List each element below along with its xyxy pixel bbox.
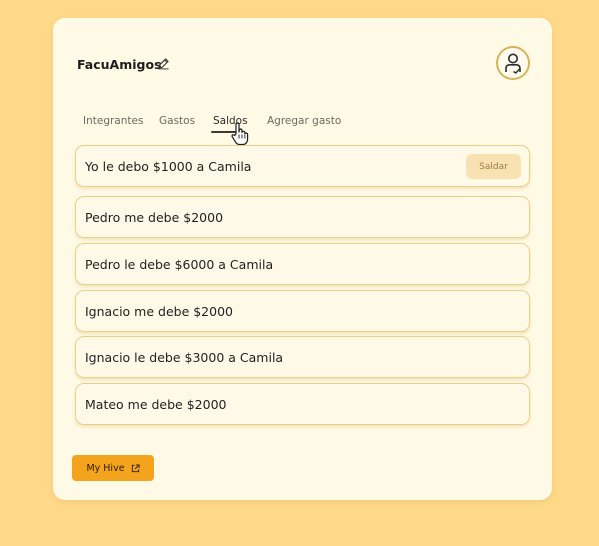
balance-text: Ignacio me debe $2000 (85, 304, 233, 319)
balance-row: Pedro me debe $2000 (75, 196, 530, 238)
balance-row: Pedro le debe $6000 a Camila (75, 243, 530, 285)
balance-text: Yo le debo $1000 a Camila (85, 159, 252, 174)
group-title: FacuAmigos (77, 57, 162, 72)
balance-text: Pedro le debe $6000 a Camila (85, 257, 274, 272)
tab-integrantes[interactable]: Integrantes (83, 115, 143, 127)
balance-row: Ignacio le debe $3000 a Camila (75, 336, 530, 378)
saldar-button[interactable]: Saldar (466, 154, 521, 179)
user-avatar-button[interactable] (496, 46, 530, 80)
balance-row: Mateo me debe $2000 (75, 383, 530, 425)
edit-icon[interactable] (157, 57, 170, 70)
balance-row: Ignacio me debe $2000 (75, 290, 530, 332)
user-avatar-icon (505, 53, 521, 74)
my-hive-label: My Hive (86, 462, 125, 474)
balance-text: Mateo me debe $2000 (85, 397, 227, 412)
group-card: FacuAmigos Integrantes Gastos Saldos Agr… (53, 18, 552, 500)
tab-gastos[interactable]: Gastos (159, 115, 195, 127)
balance-text: Pedro me debe $2000 (85, 210, 224, 225)
external-link-icon (131, 463, 140, 472)
tab-agregar-gasto[interactable]: Agregar gasto (267, 115, 341, 127)
card-header: FacuAmigos (53, 18, 552, 108)
my-hive-button[interactable]: My Hive (72, 455, 154, 481)
balance-text: Ignacio le debe $3000 a Camila (85, 350, 284, 365)
balance-row: Yo le debo $1000 a Camila Saldar (75, 145, 530, 187)
hand-pointer-icon (231, 122, 249, 146)
